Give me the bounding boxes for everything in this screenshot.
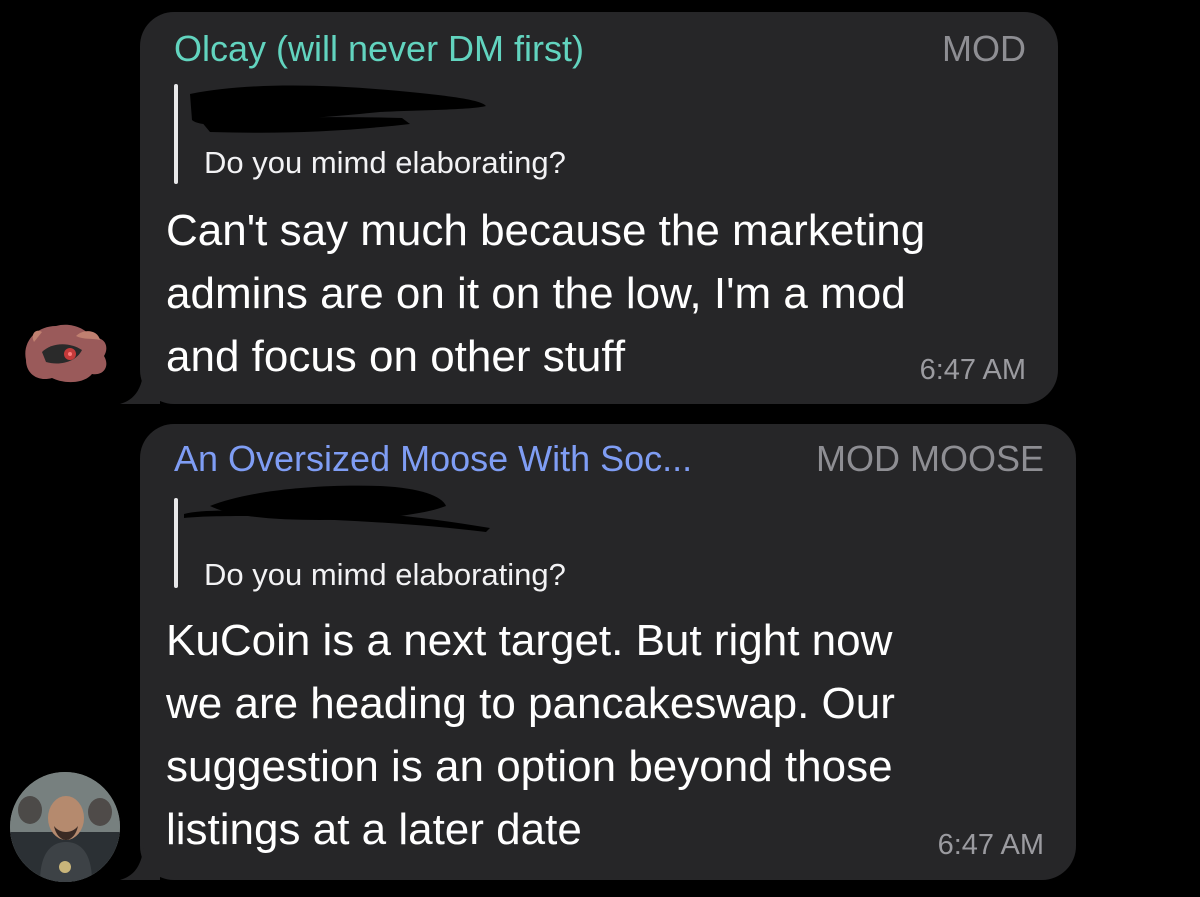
sender-name[interactable]: Olcay (will never DM first) bbox=[174, 28, 584, 70]
role-badge: MOD MOOSE bbox=[815, 438, 1044, 479]
reply-quote[interactable]: Do you mimd elaborating? bbox=[204, 557, 566, 593]
redaction-scribble bbox=[184, 485, 490, 532]
sender-name[interactable]: An Oversized Moose With Soc... bbox=[174, 438, 692, 480]
redaction-scribble bbox=[190, 85, 486, 133]
bubble-tail bbox=[120, 844, 160, 880]
bubble-tail bbox=[120, 368, 160, 404]
message-text: Can't say much because the marketing adm… bbox=[166, 206, 926, 381]
person-photo-icon[interactable] bbox=[10, 772, 120, 882]
reply-quote[interactable]: Do you mimd elaborating? bbox=[204, 145, 566, 181]
chat-canvas: Olcay (will never DM first) MOD Do you m… bbox=[0, 0, 1200, 897]
message-timestamp: 6:47 AM bbox=[937, 829, 1044, 861]
message-text: KuCoin is a next target. But right now w… bbox=[166, 616, 895, 854]
message-timestamp: 6:47 AM bbox=[919, 354, 1026, 386]
role-badge: MOD bbox=[942, 28, 1026, 69]
robot-bird-icon[interactable] bbox=[12, 312, 120, 392]
